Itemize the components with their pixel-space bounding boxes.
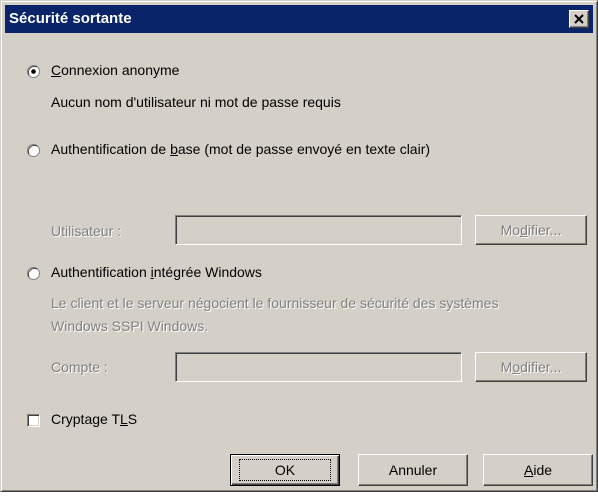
radio-basic[interactable] [27, 144, 40, 157]
integrated-description-line1: Le client et le serveur négocient le fou… [51, 295, 499, 311]
ok-button[interactable]: OK [230, 454, 340, 486]
close-icon [574, 14, 584, 24]
radio-basic-label[interactable]: Authentification de base (mot de passe e… [51, 141, 430, 157]
cancel-button[interactable]: Annuler [358, 454, 468, 486]
integrated-description-line2: Windows SSPI Windows. [51, 318, 209, 334]
basic-user-field[interactable] [175, 215, 462, 245]
radio-anonymous-label[interactable]: Connexion anonyme [51, 62, 179, 78]
title-bar[interactable]: Sécurité sortante [5, 5, 593, 33]
radio-integrated-label[interactable]: Authentification intégrée Windows [51, 264, 262, 280]
close-button[interactable] [569, 10, 589, 28]
anonymous-label-rest: onnexion anonyme [61, 62, 180, 78]
integrated-modify-button[interactable]: Modifier... [475, 352, 587, 382]
help-button[interactable]: Aide [483, 454, 593, 486]
window-title: Sécurité sortante [9, 10, 132, 27]
basic-user-label: Utilisateur : [51, 223, 122, 239]
dialog-window: Sécurité sortante Connexion anonyme Aucu… [0, 0, 598, 492]
radio-anonymous[interactable] [27, 65, 40, 78]
ok-label: OK [238, 459, 332, 481]
integrated-account-field[interactable] [175, 352, 462, 382]
anonymous-description: Aucun nom d'utilisateur ni mot de passe … [51, 94, 341, 110]
tls-label[interactable]: Cryptage TLS [51, 411, 137, 427]
radio-integrated[interactable] [27, 267, 40, 280]
tls-checkbox[interactable] [27, 414, 40, 427]
integrated-account-label: Compte : [51, 359, 108, 375]
basic-modify-button[interactable]: Modifier... [475, 215, 587, 245]
